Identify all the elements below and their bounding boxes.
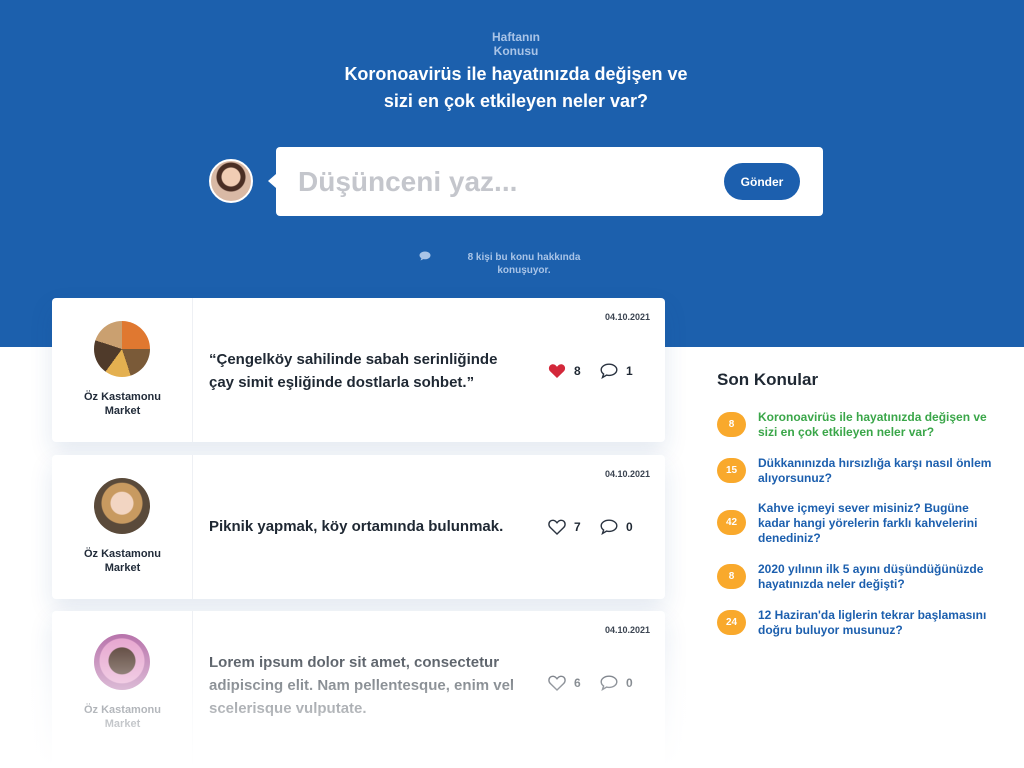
- like-button[interactable]: 7: [548, 519, 588, 535]
- topic-link[interactable]: 12 Haziran'da liglerin tekrar başlamasın…: [758, 608, 993, 638]
- send-button[interactable]: Gönder: [724, 163, 800, 200]
- author-avatar[interactable]: [94, 321, 150, 377]
- topic-link[interactable]: Dükkanınızda hırsızlığa karşı nasıl önle…: [758, 456, 993, 486]
- post-text: “Çengelköy sahilinde sabah serinliğinde …: [209, 351, 498, 391]
- author-name[interactable]: Öz Kastamonu Market: [52, 703, 193, 731]
- page-title: Koronoavirüs ile hayatınızda değişen ve: [344, 64, 688, 84]
- thought-input[interactable]: [298, 163, 698, 201]
- comment-button[interactable]: 1: [600, 363, 640, 379]
- post-card: Öz Kastamonu Market 04.10.2021 Piknik ya…: [52, 455, 665, 599]
- topic-link[interactable]: 2020 yılının ilk 5 ayını düşündüğünüzde …: [758, 562, 993, 592]
- topic-count-badge: 8: [717, 412, 746, 437]
- comment-count: 0: [626, 520, 633, 534]
- author-avatar[interactable]: [94, 478, 150, 534]
- comment-icon[interactable]: [600, 675, 618, 691]
- post-card: Öz Kastamonu Market 04.10.2021 Lorem ips…: [52, 611, 665, 768]
- post-author-panel: Öz Kastamonu Market: [52, 611, 193, 768]
- hero-banner: Haftanın Konusu Koronoavirüs ile hayatın…: [0, 0, 1024, 347]
- user-avatar: [209, 159, 253, 203]
- post-date: 04.10.2021: [604, 312, 650, 322]
- post-date: 04.10.2021: [604, 625, 650, 635]
- topic-count-badge: 24: [717, 610, 746, 635]
- like-count: 8: [574, 364, 581, 378]
- author-name-line: Market: [104, 718, 141, 730]
- author-name-line: Market: [104, 405, 141, 417]
- author-name[interactable]: Öz Kastamonu Market: [52, 547, 193, 575]
- hero-kicker: Konusu: [493, 44, 539, 58]
- hero-kicker: Haftanın: [492, 30, 540, 44]
- post-text: Lorem ipsum dolor sit amet, consectetur …: [209, 654, 515, 717]
- talking-line: konuşuyor.: [497, 265, 551, 276]
- post-text: Piknik yapmak, köy ortamında bulunmak.: [209, 518, 504, 535]
- page-title: sizi en çok etkileyen neler var?: [383, 91, 649, 111]
- topic-count-badge: 8: [717, 564, 746, 589]
- author-name-line: Market: [104, 562, 141, 574]
- like-count: 6: [574, 676, 581, 690]
- like-count: 7: [574, 520, 581, 534]
- comment-icon[interactable]: [600, 363, 618, 379]
- comment-icon: [419, 251, 431, 261]
- author-name-line: Öz Kastamonu: [83, 548, 161, 560]
- post-author-panel: Öz Kastamonu Market: [52, 455, 193, 599]
- heart-filled-icon[interactable]: [548, 363, 566, 379]
- post-card: Öz Kastamonu Market 04.10.2021 “Çengelkö…: [52, 298, 665, 442]
- post-author-panel: Öz Kastamonu Market: [52, 298, 193, 442]
- composer-tail: [268, 174, 276, 188]
- heart-outline-icon[interactable]: [548, 519, 566, 535]
- author-name-line: Öz Kastamonu: [83, 704, 161, 716]
- talking-line: 8 kişi bu konu hakkında: [467, 252, 581, 263]
- composer-box: Gönder: [276, 147, 823, 216]
- author-name-line: Öz Kastamonu: [83, 391, 161, 403]
- like-button[interactable]: 6: [548, 675, 588, 691]
- topic-count-badge: 42: [717, 510, 746, 535]
- comment-count: 1: [626, 364, 633, 378]
- comment-button[interactable]: 0: [600, 675, 640, 691]
- heart-outline-icon[interactable]: [548, 675, 566, 691]
- author-name[interactable]: Öz Kastamonu Market: [52, 390, 193, 418]
- post-date: 04.10.2021: [604, 469, 650, 479]
- comment-icon[interactable]: [600, 519, 618, 535]
- topic-count-badge: 15: [717, 458, 746, 483]
- author-avatar[interactable]: [94, 634, 150, 690]
- comment-count: 0: [626, 676, 633, 690]
- sidebar-title: Son Konular: [717, 370, 819, 389]
- talking-count: 8 kişi bu konu hakkında konuşuyor.: [452, 251, 596, 277]
- topic-link[interactable]: Kahve içmeyi sever misiniz? Bugüne kadar…: [758, 501, 993, 546]
- comment-button[interactable]: 0: [600, 519, 640, 535]
- topic-link[interactable]: Koronoavirüs ile hayatınızda değişen ve …: [758, 410, 993, 440]
- like-button[interactable]: 8: [548, 363, 588, 379]
